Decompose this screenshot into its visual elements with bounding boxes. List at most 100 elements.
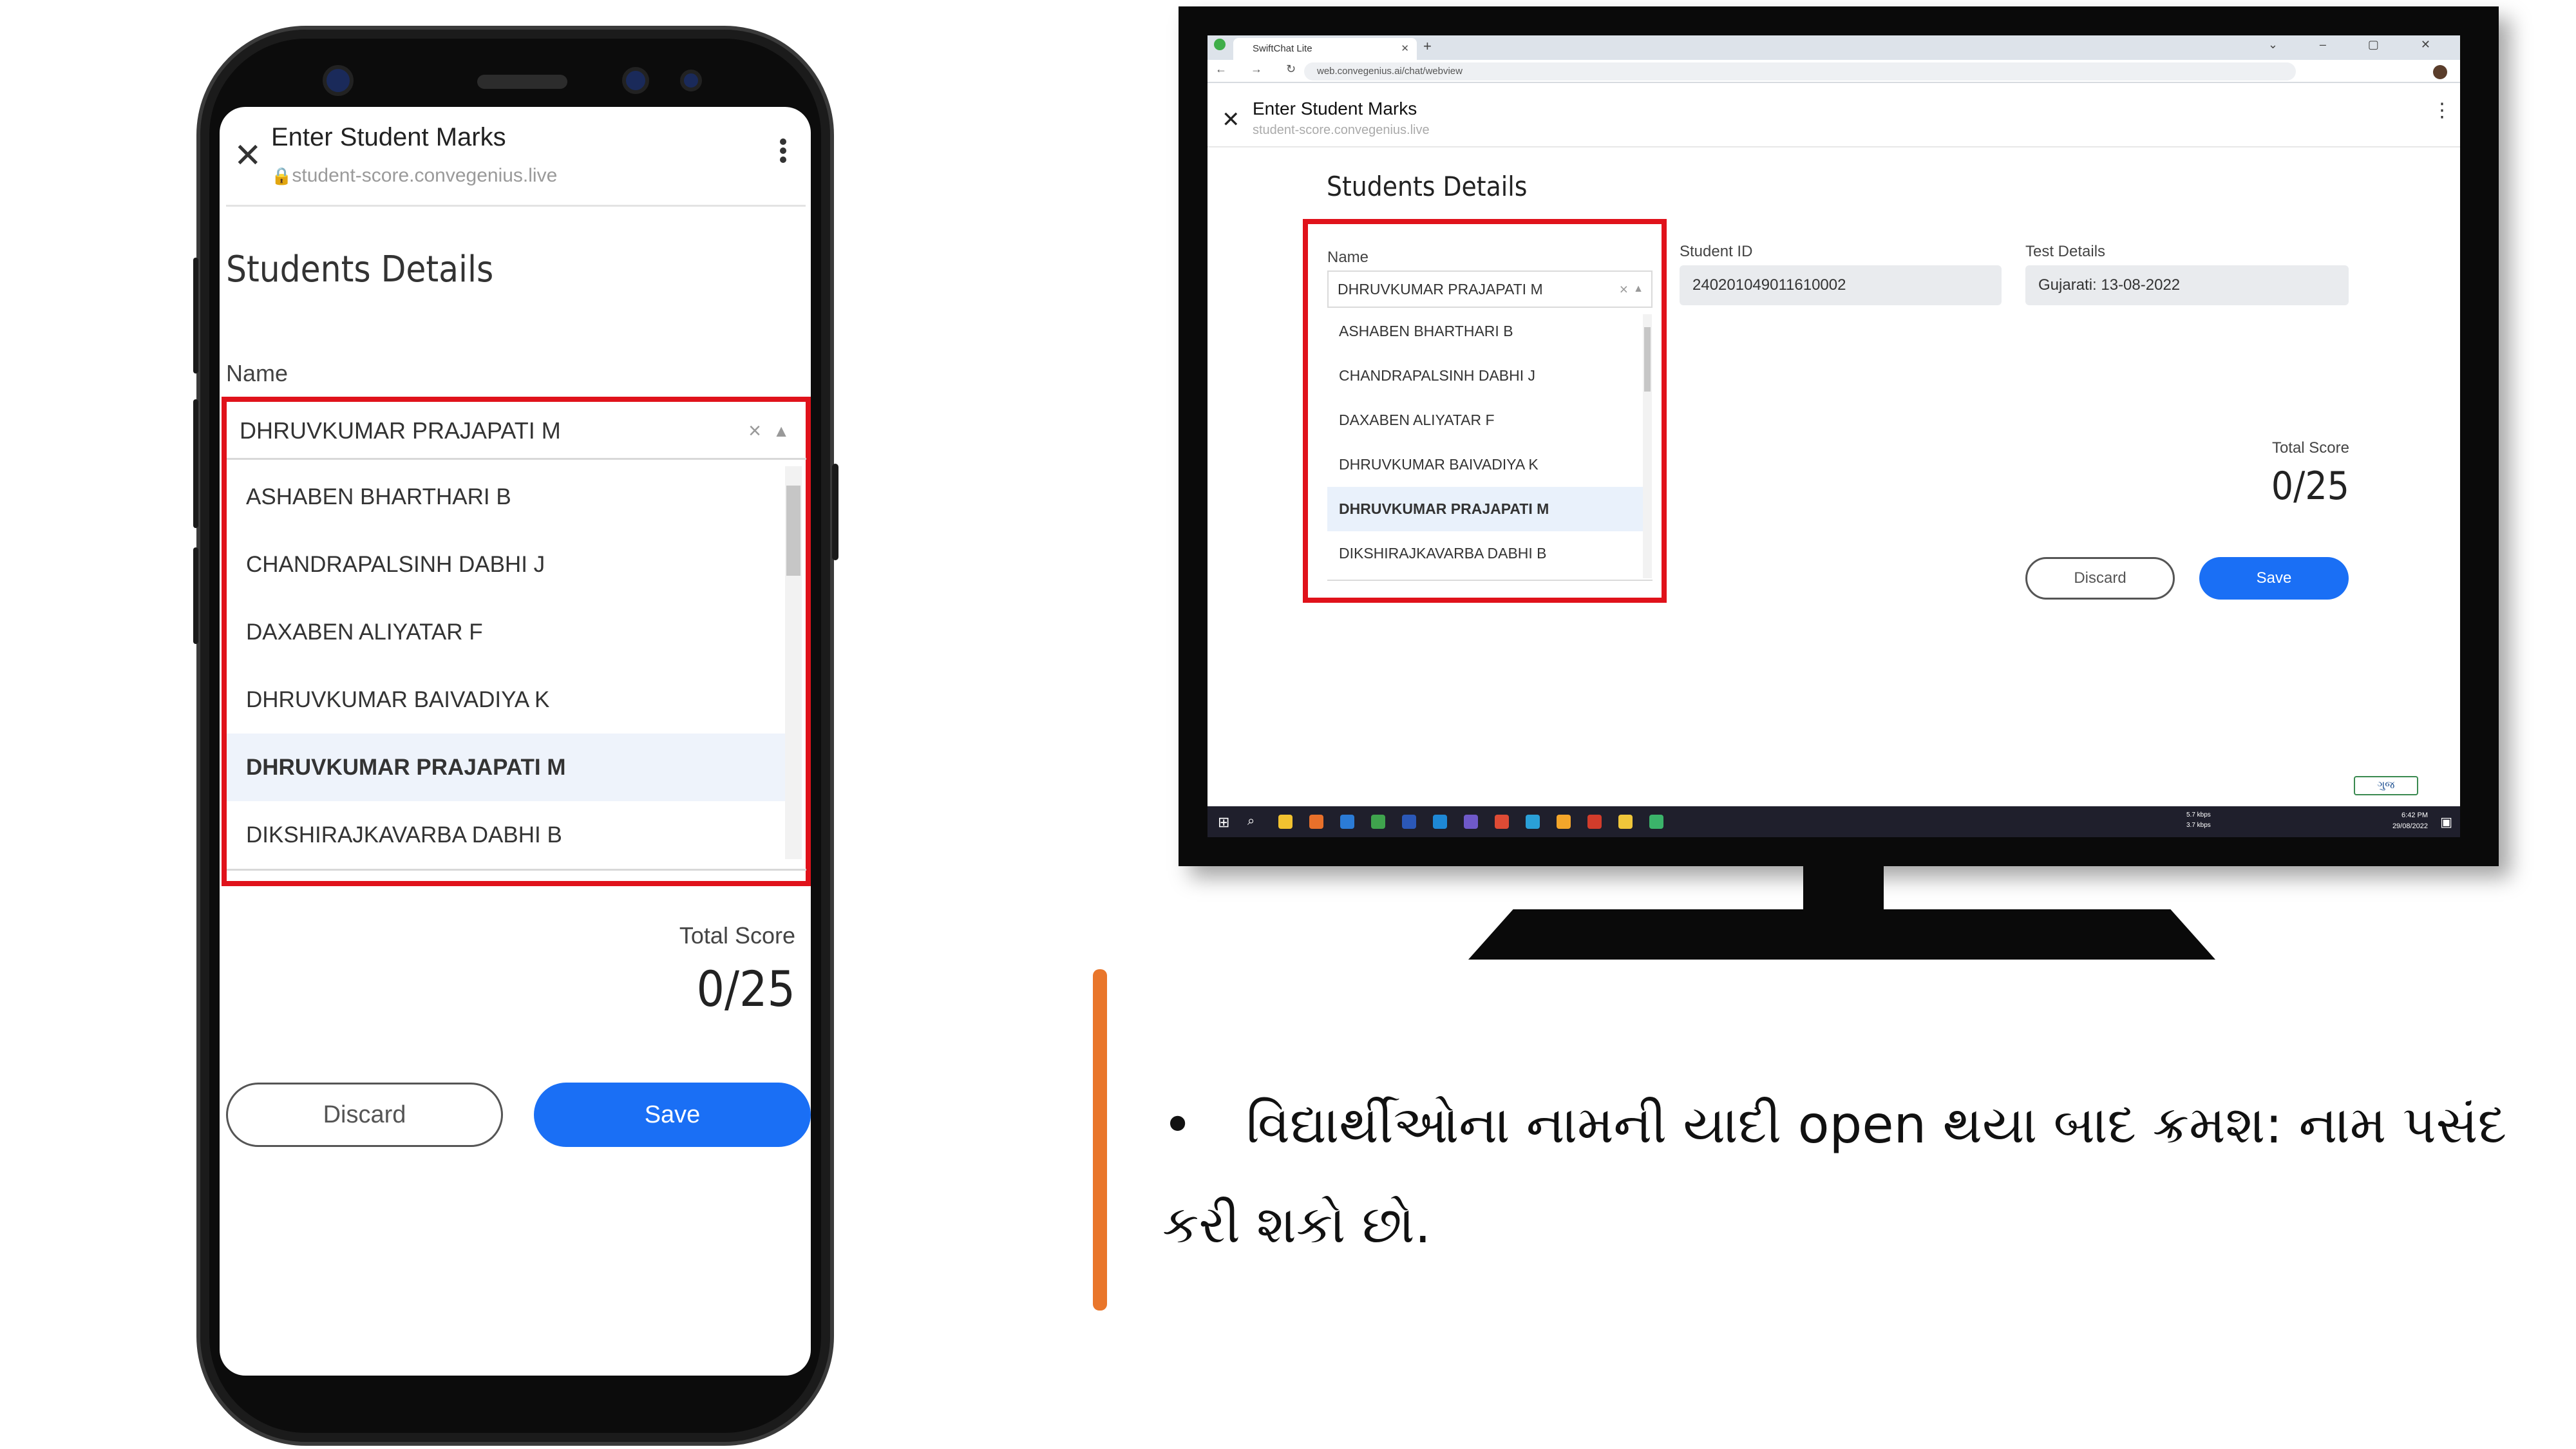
student-options-list: ASHABEN BHARTHARI B CHANDRAPALSINH DABHI… xyxy=(1327,309,1643,576)
word-icon[interactable] xyxy=(1402,815,1416,829)
windows-start-icon[interactable]: ⊞ xyxy=(1218,814,1229,831)
clock-date: 29/08/2022 xyxy=(2392,822,2428,830)
phone-sensor xyxy=(622,67,649,94)
more-options-icon[interactable] xyxy=(779,136,788,175)
phone-sensor-2 xyxy=(680,70,702,91)
caption-line-2: કરી શકો છો. xyxy=(1162,1195,1432,1255)
tab-close-icon[interactable]: ✕ xyxy=(1401,38,1409,60)
test-details-label: Test Details xyxy=(2025,243,2106,260)
discard-button[interactable]: Discard xyxy=(226,1083,503,1147)
student-option[interactable]: DAXABEN ALIYATAR F xyxy=(227,598,793,666)
student-option[interactable]: ASHABEN BHARTHARI B xyxy=(227,463,793,531)
total-score-label: Total Score xyxy=(679,922,795,949)
student-option[interactable]: CHANDRAPALSINH DABHI J xyxy=(227,531,793,598)
header-divider xyxy=(1208,146,2460,147)
name-select-value: DHRUVKUMAR PRAJAPATI M xyxy=(240,417,561,444)
save-button[interactable]: Save xyxy=(534,1083,811,1147)
section-title: Students Details xyxy=(1327,171,1528,202)
system-clock[interactable]: 6:42 PM 29/08/2022 xyxy=(2392,810,2428,832)
close-icon[interactable]: ✕ xyxy=(234,139,262,173)
chrome-icon[interactable] xyxy=(1495,815,1509,829)
student-id-field: 240201049011610002 xyxy=(1680,265,2002,305)
phone-screen: ✕ Enter Student Marks 🔒student-score.con… xyxy=(220,107,811,1376)
name-select[interactable]: DHRUVKUMAR PRAJAPATI M × ▲ xyxy=(227,402,806,460)
name-select-value: DHRUVKUMAR PRAJAPATI M xyxy=(1338,281,1543,298)
app-icon[interactable] xyxy=(1587,815,1602,829)
student-option-selected[interactable]: DHRUVKUMAR PRAJAPATI M xyxy=(1327,487,1643,531)
student-option[interactable]: CHANDRAPALSINH DABHI J xyxy=(1327,354,1643,398)
monitor-stand-neck xyxy=(1803,863,1884,911)
scrollbar-thumb[interactable] xyxy=(1644,327,1651,392)
header-divider xyxy=(226,205,806,207)
lock-icon: 🔒 xyxy=(271,166,292,185)
clear-icon[interactable]: × xyxy=(748,402,761,460)
name-label: Name xyxy=(226,360,289,386)
student-option[interactable]: DAXABEN ALIYATAR F xyxy=(1327,398,1643,442)
student-option[interactable]: DIKSHIRAJKAVARBA DABHI B xyxy=(1327,531,1643,576)
name-dropdown-highlight: DHRUVKUMAR PRAJAPATI M × ▲ ASHABEN BHART… xyxy=(222,397,811,886)
phone-side-button xyxy=(193,547,198,644)
page-title: Enter Student Marks xyxy=(1253,99,1417,118)
chevron-up-icon[interactable]: ▲ xyxy=(773,402,790,460)
window-controls[interactable]: ⌄ – ▢ ✕ xyxy=(2268,38,2450,52)
phone-camera xyxy=(323,65,354,96)
student-option[interactable]: ASHABEN BHARTHARI B xyxy=(1327,309,1643,354)
clear-icon[interactable]: × xyxy=(1620,272,1628,307)
phone-side-button xyxy=(193,399,198,528)
browser-address-bar: ← → ↻ ⌂ web.convegenius.ai/chat/webview xyxy=(1208,60,2460,83)
profile-avatar[interactable] xyxy=(2433,65,2447,79)
scrollbar[interactable] xyxy=(785,466,802,859)
app-icon[interactable] xyxy=(1649,815,1663,829)
network-speed: 5.7 kbps 3.7 kbps xyxy=(2186,810,2211,831)
chevron-up-icon[interactable]: ▲ xyxy=(1633,272,1643,307)
total-score-label: Total Score xyxy=(2271,439,2349,457)
discard-button[interactable]: Discard xyxy=(2025,557,2175,600)
caption-bullet: • xyxy=(1162,1095,1193,1155)
student-id-label: Student ID xyxy=(1680,243,1753,260)
app-icon[interactable] xyxy=(1526,815,1540,829)
mail-icon[interactable] xyxy=(1340,815,1354,829)
phone-side-button xyxy=(193,258,198,374)
scrollbar-thumb[interactable] xyxy=(786,486,800,576)
notification-icon[interactable]: ▣ xyxy=(2440,814,2452,830)
language-indicator[interactable]: ગુજ xyxy=(2354,776,2418,795)
browser-tab[interactable]: SwiftChat Lite ✕ xyxy=(1233,38,1417,60)
edge-icon[interactable] xyxy=(1433,815,1447,829)
student-option[interactable]: DHRUVKUMAR BAIVADIYA K xyxy=(227,666,793,734)
browser-tab-bar: SwiftChat Lite ✕ + ⌄ – ▢ ✕ xyxy=(1208,35,2460,60)
firefox-icon[interactable] xyxy=(1309,815,1323,829)
section-title: Students Details xyxy=(226,249,494,290)
total-score-value: 0/25 xyxy=(2271,464,2349,509)
taskbar-apps xyxy=(1278,815,1663,829)
app-icon[interactable] xyxy=(1618,815,1633,829)
file-explorer-icon[interactable] xyxy=(1278,815,1293,829)
phone-mockup: ✕ Enter Student Marks 🔒student-score.con… xyxy=(196,26,834,1446)
windows-taskbar: ⊞ ⌕ 5.7 kbps 3.7 kbps 6:42 PM 29/08/2022… xyxy=(1208,806,2460,837)
search-icon[interactable]: ⌕ xyxy=(1247,814,1255,829)
student-option-selected[interactable]: DHRUVKUMAR PRAJAPATI M xyxy=(227,734,793,801)
student-option[interactable]: DHRUVKUMAR BAIVADIYA K xyxy=(1327,442,1643,487)
page-title: Enter Student Marks xyxy=(271,123,506,151)
net-down: 3.7 kbps xyxy=(2186,822,2211,829)
name-dropdown-highlight: Name DHRUVKUMAR PRAJAPATI M × ▲ ASHABEN … xyxy=(1303,219,1667,603)
accent-divider xyxy=(1093,969,1107,1311)
scrollbar[interactable] xyxy=(1643,314,1652,578)
list-divider xyxy=(1327,580,1653,581)
new-tab-icon[interactable]: + xyxy=(1423,38,1432,55)
student-options-list: ASHABEN BHARTHARI B CHANDRAPALSINH DABHI… xyxy=(227,463,793,869)
close-icon[interactable]: ✕ xyxy=(1222,109,1240,131)
app-icon[interactable] xyxy=(1557,815,1571,829)
excel-icon[interactable] xyxy=(1371,815,1385,829)
teams-icon[interactable] xyxy=(1464,815,1478,829)
name-select[interactable]: DHRUVKUMAR PRAJAPATI M × ▲ xyxy=(1327,270,1653,308)
caption-line-1: વિદ્યાર્થીઓના નામની યાદી open થયા બાદ ક્… xyxy=(1246,1095,2507,1155)
more-options-icon[interactable]: ⋮ xyxy=(2432,101,2452,120)
name-label: Name xyxy=(1327,249,1369,266)
monitor-mockup: SwiftChat Lite ✕ + ⌄ – ▢ ✕ ← → ↻ ⌂ web.c… xyxy=(1179,6,2499,866)
page-url: 🔒student-score.convegenius.live xyxy=(271,165,557,187)
save-button[interactable]: Save xyxy=(2199,557,2349,600)
url-field[interactable]: web.convegenius.ai/chat/webview xyxy=(1304,62,2296,80)
monitor-screen: SwiftChat Lite ✕ + ⌄ – ▢ ✕ ← → ↻ ⌂ web.c… xyxy=(1208,35,2460,837)
student-option[interactable]: DIKSHIRAJKAVARBA DABHI B xyxy=(227,801,793,869)
app-icon xyxy=(1214,39,1226,50)
